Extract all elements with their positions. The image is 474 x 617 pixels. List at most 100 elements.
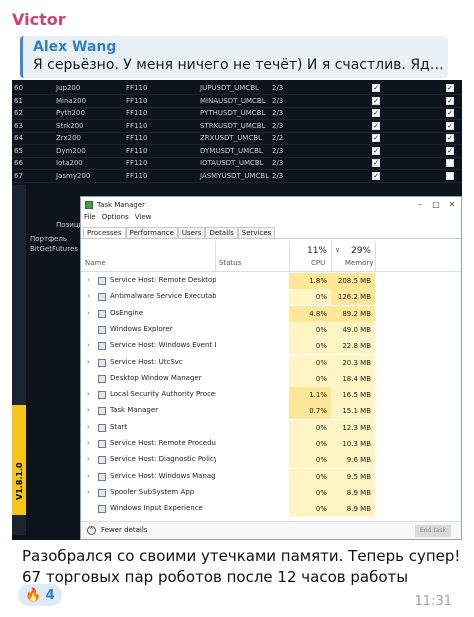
expand-chevron-icon[interactable]: ›: [87, 423, 90, 431]
version-label: V1.8.1.0: [15, 462, 24, 500]
row-checkbox[interactable]: ✓: [446, 121, 454, 130]
chevron-up-icon[interactable]: ^: [87, 526, 96, 535]
maximize-icon[interactable]: □: [429, 199, 443, 211]
sender-name[interactable]: Victor: [12, 10, 66, 29]
tab-processes[interactable]: Processes: [83, 227, 126, 238]
tab-details[interactable]: Details: [205, 227, 238, 238]
expand-chevron-icon[interactable]: ›: [87, 439, 90, 447]
bot-row[interactable]: 61 Mina200 FF110 MINAUSDT_UMCBL 2/3 ✓ ✓: [12, 95, 462, 108]
process-row[interactable]: › Service Host: Diagnostic Policy ... 0% 9.…: [81, 452, 461, 469]
process-row[interactable]: › Start 0% 12.3 MB: [81, 419, 461, 436]
expand-chevron-icon[interactable]: ›: [87, 455, 90, 463]
tab-services[interactable]: Services: [237, 227, 276, 238]
close-icon[interactable]: ✕: [445, 199, 459, 211]
process-row[interactable]: Windows Explorer 0% 49.0 MB: [81, 321, 461, 338]
bot-name: Pyth200: [56, 109, 85, 117]
process-row[interactable]: › Service Host: Windows Event Log 0% 22.8 M…: [81, 338, 461, 355]
row-checkbox[interactable]: ✓: [446, 96, 454, 105]
bot-row[interactable]: 62 Pyth200 FF110 PYTHUSDT_UMCBL 2/3 ✓ ✓: [12, 107, 462, 120]
column-cpu[interactable]: CPU: [311, 259, 325, 267]
process-row[interactable]: Windows Input Experience 0% 8.9 MB: [81, 501, 461, 518]
tab-users[interactable]: Users: [177, 227, 206, 238]
row-checkbox[interactable]: ✓: [372, 159, 380, 167]
process-row[interactable]: › Service Host: UtcSvc 0% 20.3 MB: [81, 354, 461, 371]
bot-name: Zrx200: [56, 134, 81, 142]
process-row[interactable]: › Service Host: Remote Desktop S... 1.8%20…: [81, 273, 461, 289]
process-name: Service Host: UtcSvc: [110, 357, 183, 366]
expand-chevron-icon[interactable]: ›: [87, 309, 90, 317]
row-checkbox[interactable]: ✓: [446, 146, 454, 155]
process-memory: 15.1 MB: [331, 403, 375, 420]
row-checkbox[interactable]: ✓: [372, 171, 380, 180]
reaction-chip[interactable]: 🔥 4: [18, 584, 62, 606]
menu-file[interactable]: File: [84, 213, 96, 225]
process-row[interactable]: › Local Security Authority Process... 1.1%…: [81, 387, 461, 404]
row-checkbox[interactable]: [446, 171, 454, 180]
column-memory[interactable]: Memory: [345, 259, 373, 267]
row-checkbox[interactable]: ✓: [372, 96, 380, 105]
bot-row[interactable]: 63 Strk200 FF110 STRKUSDT_UMCBL 2/3 ✓ ✓: [12, 120, 462, 133]
process-name: Desktop Window Manager: [110, 373, 202, 382]
menu-view[interactable]: View: [135, 213, 152, 225]
fewer-details-link[interactable]: Fewer details: [101, 526, 147, 534]
window-title: Task Manager: [97, 201, 146, 209]
process-memory: 10.3 MB: [331, 436, 375, 452]
bot-row[interactable]: 64 Zrx200 FF110 ZRXUSDT_UMCBL 2/2 ✓ ✓: [12, 132, 462, 145]
process-row[interactable]: › Service Host: Windows Manage... 0% 9.5 MB: [81, 468, 461, 485]
process-memory: 89.2 MB: [331, 305, 375, 322]
expand-chevron-icon[interactable]: ›: [87, 390, 90, 398]
process-row[interactable]: › Service Host: Remote Procedure... 0%10.3…: [81, 436, 461, 452]
bot-type: FF110: [126, 134, 148, 142]
tab-divider: [81, 238, 461, 239]
process-icon: [98, 277, 106, 285]
reply-quote[interactable]: Alex Wang Я серьёзно. У меня ничего не т…: [20, 36, 448, 78]
bot-ratio: 2/3: [272, 146, 284, 155]
bot-row[interactable]: 67 Jasmy200 FF110 JASMYUSDT_UMCBL 2/3 ✓: [12, 170, 462, 183]
expand-chevron-icon[interactable]: ›: [87, 472, 90, 480]
row-checkbox[interactable]: [446, 159, 454, 167]
process-cpu: 1.1%: [289, 387, 331, 404]
bot-name: Jup200: [56, 84, 81, 92]
process-name: Windows Input Experience: [110, 504, 203, 513]
bot-row[interactable]: 60 Jup200 FF110 JUPUSDT_UMCBL 2/3 ✓ ✓: [12, 82, 462, 95]
process-name: Spooler SubSystem App: [110, 487, 195, 496]
expand-chevron-icon[interactable]: ›: [87, 406, 90, 414]
expand-chevron-icon[interactable]: ›: [87, 341, 90, 349]
process-row[interactable]: Desktop Window Manager 0% 18.4 MB: [81, 370, 461, 387]
menu-options[interactable]: Options: [102, 213, 129, 225]
row-checkbox[interactable]: ✓: [372, 121, 380, 130]
row-checkbox[interactable]: ✓: [446, 134, 454, 142]
bot-type: FF110: [126, 159, 148, 167]
tab-performance[interactable]: Performance: [125, 227, 178, 238]
header-divider: [81, 271, 461, 272]
expand-chevron-icon[interactable]: ›: [87, 488, 90, 496]
process-cpu: 0%: [289, 501, 331, 518]
minimize-icon[interactable]: –: [413, 199, 427, 211]
bot-pair: MINAUSDT_UMCBL: [200, 96, 266, 105]
row-checkbox[interactable]: ✓: [372, 109, 380, 117]
row-checkbox[interactable]: ✓: [446, 84, 454, 92]
expand-chevron-icon[interactable]: ›: [87, 292, 90, 300]
column-divider: [289, 241, 290, 271]
process-memory: 20.3 MB: [331, 354, 375, 371]
process-row[interactable]: › OsEngine 4.8% 89.2 MB: [81, 305, 461, 322]
process-row[interactable]: › Spooler SubSystem App 0% 8.9 MB: [81, 484, 461, 501]
row-checkbox[interactable]: ✓: [372, 146, 380, 155]
process-memory: 49.0 MB: [331, 321, 375, 338]
process-name: Antimalware Service Executable: [110, 292, 216, 301]
screenshot-image[interactable]: 60 Jup200 FF110 JUPUSDT_UMCBL 2/3 ✓ ✓ 61 Mina200…: [12, 80, 462, 540]
column-status[interactable]: Status: [219, 259, 241, 267]
row-checkbox[interactable]: ✓: [372, 134, 380, 142]
row-checkbox[interactable]: ✓: [446, 109, 454, 117]
bot-pair: IOTAUSDT_UMCBL: [200, 159, 264, 167]
process-row[interactable]: › Antimalware Service Executable 0% 126.2 M…: [81, 289, 461, 306]
expand-chevron-icon[interactable]: ›: [87, 276, 90, 284]
bot-pair: DYMUSDT_UMCBL: [200, 146, 263, 155]
column-name[interactable]: Name: [85, 259, 106, 267]
end-task-button[interactable]: End task: [415, 525, 451, 537]
bot-row[interactable]: 66 Iota200 FF110 IOTAUSDT_UMCBL 2/3 ✓: [12, 157, 462, 170]
row-checkbox[interactable]: ✓: [372, 84, 380, 92]
bot-row[interactable]: 65 Dym200 FF110 DYMUSDT_UMCBL 2/3 ✓ ✓: [12, 145, 462, 158]
process-row[interactable]: › Task Manager 0.7% 15.1 MB: [81, 403, 461, 420]
expand-chevron-icon[interactable]: ›: [87, 358, 90, 366]
